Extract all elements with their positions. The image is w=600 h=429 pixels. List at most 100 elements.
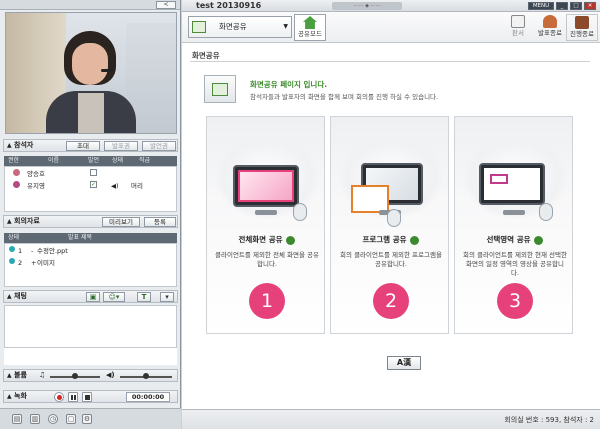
play-icon[interactable] — [533, 235, 543, 245]
col-title[interactable]: 발표 제목 — [68, 233, 92, 243]
col-name[interactable]: 이름 — [48, 156, 59, 166]
col-state[interactable]: 상태 — [8, 233, 19, 243]
stop-button[interactable] — [82, 392, 92, 402]
material-title: 이미지 — [37, 259, 55, 267]
expand-arrow-icon[interactable]: ▲ — [7, 391, 12, 402]
material-row[interactable]: 1 - 수정안.ppt — [5, 246, 176, 257]
left-panel-footer: ▤ ▥ ◷ ▢ ⚙ — [0, 408, 181, 429]
end-meeting-label: 진행종료 — [570, 30, 594, 38]
speak-checkbox[interactable]: ✓ — [90, 181, 97, 188]
close-button[interactable]: ✕ — [584, 2, 596, 10]
screen-share-icon — [204, 75, 236, 103]
status-bar: 회의실 번호 : 593, 참석자 : 2 — [182, 409, 600, 429]
col-status[interactable]: 상태 — [112, 156, 123, 166]
card-label-text: 전체화면 공유 — [238, 235, 283, 244]
card-label: 전체화면 공유 — [207, 234, 326, 245]
tree-icon: - — [31, 247, 34, 255]
collapse-button[interactable]: < — [156, 1, 176, 9]
materials-list: 1 - 수정안.ppt 2 + 이미지 — [4, 243, 177, 287]
chevron-down-icon: ▼ — [283, 23, 288, 30]
intro-description: 참석자들과 발표자의 화면을 함께 보며 회의를 진행 하실 수 있습니다. — [250, 93, 439, 101]
end-presentation-button[interactable]: 발표종료 — [534, 14, 566, 41]
card-label-text: 선택영역 공유 — [486, 235, 531, 244]
card-label: 선택영역 공유 — [455, 234, 574, 245]
settings-icon[interactable]: ⚙ — [82, 414, 92, 424]
record-time: 00:00:00 — [126, 392, 170, 402]
presenter-icon — [543, 15, 557, 28]
maximize-button[interactable]: □ — [570, 2, 582, 10]
end-meeting-button[interactable]: 진행종료 — [566, 14, 598, 41]
mouse-icon — [293, 203, 307, 221]
card-number: 2 — [373, 283, 409, 319]
participant-row[interactable]: 양승호 — [5, 169, 176, 180]
clock-icon[interactable]: ◷ — [48, 414, 58, 424]
lock-icon[interactable]: ▣ — [86, 292, 100, 302]
mouse-icon — [539, 203, 553, 221]
mode-select[interactable]: 화면공유 ▼ — [188, 16, 292, 38]
record-button[interactable] — [54, 392, 64, 402]
language-font-button[interactable]: A漢 — [387, 356, 421, 370]
speaker-icon: ◀) — [111, 182, 119, 190]
chat-input[interactable] — [4, 347, 177, 365]
mic-volume-knob[interactable] — [143, 373, 149, 379]
invite-button[interactable]: 초대 — [66, 141, 100, 151]
material-index: 2 — [18, 259, 23, 267]
materials-header: ▲ 회의자료 미리보기 등록 — [3, 215, 178, 228]
whiteboard-label: 판서 — [512, 29, 524, 37]
card-number: 3 — [497, 283, 533, 319]
speak-checkbox[interactable] — [90, 169, 97, 176]
volume-title: 볼륨 — [14, 371, 27, 379]
font-style-button[interactable]: T — [137, 292, 151, 302]
speaker-volume-knob[interactable] — [72, 373, 78, 379]
toolbar: 화면공유 ▼ 공유모드 판서 발표종료 진행종료 — [182, 12, 600, 43]
speaker-right-button[interactable]: 발언권 — [142, 141, 176, 151]
user-icon — [13, 181, 20, 188]
play-icon[interactable] — [285, 235, 295, 245]
share-mode-button[interactable]: 공유모드 — [294, 14, 326, 41]
share-mode-label: 공유모드 — [298, 30, 322, 38]
chevron-down-icon[interactable]: ▾ — [160, 292, 174, 302]
region-share-card[interactable]: 선택영역 공유 회의 클라이언트를 제외한 현재 선택한 화면의 일정 영역의 … — [454, 116, 573, 334]
document-icon[interactable]: ▥ — [30, 414, 40, 424]
whiteboard-button[interactable]: 판서 — [502, 14, 534, 41]
card-description: 클라이언트를 제외한 전체 화면을 공유합니다. — [215, 251, 319, 268]
presenter-right-button[interactable]: 발표권 — [104, 141, 138, 151]
register-button[interactable]: 등록 — [144, 217, 176, 227]
record-header: ▲ 녹화 00:00:00 — [3, 390, 178, 403]
intro-title: 화면공유 페이지 입니다. — [250, 80, 328, 89]
left-panel-header: < — [0, 0, 180, 10]
user-list-icon[interactable]: ▤ — [12, 414, 22, 424]
emoticon-icon[interactable]: ☺▾ — [103, 292, 125, 302]
col-role[interactable]: 권한 — [8, 156, 19, 166]
tree-icon: + — [31, 259, 37, 267]
expand-arrow-icon[interactable]: ▲ — [7, 370, 12, 381]
window-title: test 20130916 — [196, 1, 262, 10]
left-panel: < ▲ 참석자 초대 발표권 발언권 권한 이름 발언 상태 직급 양승호 유지… — [0, 0, 181, 429]
card-label-text: 프로그램 공유 — [362, 235, 407, 244]
menu-button[interactable]: MENU — [528, 2, 554, 10]
col-speak[interactable]: 발언 — [88, 156, 99, 166]
expand-arrow-icon[interactable]: ▲ — [7, 216, 12, 227]
material-index: 1 — [18, 247, 23, 255]
status-text: 회의실 번호 : 593, 참석자 : 2 — [504, 416, 594, 424]
minimize-button[interactable]: _ — [556, 2, 568, 10]
expand-arrow-icon[interactable]: ▲ — [7, 291, 12, 302]
col-rank[interactable]: 직급 — [139, 156, 150, 166]
record-title: 녹화 — [14, 392, 27, 400]
pen-icon — [511, 15, 525, 28]
participant-row[interactable]: 유지영 ✓ ◀) 머리 — [5, 181, 176, 192]
play-icon[interactable] — [409, 235, 419, 245]
drag-handle[interactable]: ⋯⋯ ◆ ⋯⋯ — [332, 2, 402, 10]
end-presentation-label: 발표종료 — [538, 29, 562, 37]
material-row[interactable]: 2 + 이미지 — [5, 258, 176, 269]
preview-button[interactable]: 미리보기 — [102, 217, 140, 227]
full-screen-share-card[interactable]: 전체화면 공유 클라이언트를 제외한 전체 화면을 공유합니다. 1 — [206, 116, 325, 334]
expand-arrow-icon[interactable]: ▲ — [7, 140, 12, 151]
pause-button[interactable] — [68, 392, 78, 402]
program-share-card[interactable]: 프로그램 공유 회의 클라이언트를 제외한 프로그램을 공유합니다. 2 — [330, 116, 449, 334]
chat-header: ▲ 채팅 ▣ ☺▾ T ▾ — [3, 290, 178, 303]
mic-icon: ◀) — [106, 371, 115, 379]
chat-icon[interactable]: ▢ — [66, 414, 76, 424]
mode-select-value: 화면공유 — [219, 22, 247, 31]
material-title: 수정안.ppt — [37, 247, 68, 255]
